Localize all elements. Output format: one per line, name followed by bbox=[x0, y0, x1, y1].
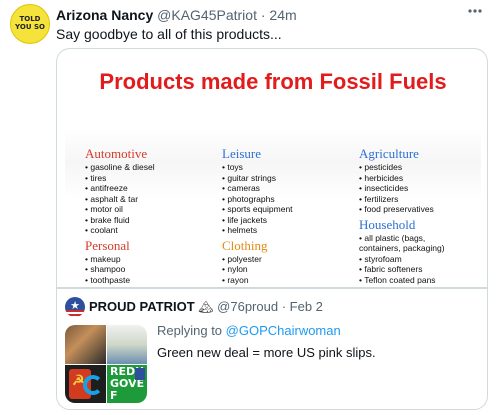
list-item: tires bbox=[85, 173, 215, 184]
list-item: toothpaste bbox=[85, 275, 215, 286]
list-item: sports equipment bbox=[222, 204, 352, 215]
tweet-timestamp[interactable]: 24m bbox=[269, 7, 296, 23]
list-item: food preservatives bbox=[359, 204, 481, 215]
tweet-image[interactable]: Products made from Fossil Fuels Automoti… bbox=[56, 48, 488, 288]
list-item: rayon bbox=[222, 275, 352, 286]
list-item: motor oil bbox=[85, 204, 215, 215]
mountain-emoji-icon: 🏔 bbox=[198, 300, 214, 314]
ring-icon bbox=[83, 375, 103, 395]
more-dots-glyph bbox=[468, 9, 482, 13]
list-item: fabric softeners bbox=[359, 264, 481, 275]
category-list: polyester nylon rayon bbox=[222, 254, 352, 286]
author-name[interactable]: Arizona Nancy bbox=[56, 7, 153, 23]
list-item: herbicides bbox=[359, 173, 481, 184]
list-item: coolant bbox=[85, 225, 215, 236]
list-item: life jackets bbox=[222, 215, 352, 226]
quoted-author-name[interactable]: PROUD PATRIOT bbox=[89, 299, 195, 314]
separator-dot: · bbox=[260, 7, 266, 23]
infographic-column-1: Automotive gasoline & diesel tires antif… bbox=[85, 146, 215, 287]
infographic-column-2: Leisure toys guitar strings cameras phot… bbox=[222, 146, 352, 287]
list-item: makeup bbox=[85, 254, 215, 265]
separator-dot: · bbox=[281, 299, 287, 314]
media-tile[interactable] bbox=[65, 325, 106, 364]
category-list: makeup shampoo toothpaste bbox=[85, 254, 215, 286]
category-list: all plastic (bags, containers, packaging… bbox=[359, 233, 481, 286]
list-item: brake fluid bbox=[85, 215, 215, 226]
quoted-tweet[interactable]: ★ PROUD PATRIOT 🏔 @76proud · Feb 2 ☭ RED… bbox=[56, 288, 488, 410]
infographic: Products made from Fossil Fuels Automoti… bbox=[65, 55, 481, 287]
list-item: styrofoam bbox=[359, 254, 481, 265]
list-item: pesticides bbox=[359, 162, 481, 173]
tweet-header: Arizona Nancy @KAG45Patriot · 24m bbox=[56, 6, 460, 24]
replying-to-mention[interactable]: @GOPChairwoman bbox=[226, 323, 341, 338]
category-heading: Automotive bbox=[85, 146, 148, 161]
list-item: fertilizers bbox=[359, 194, 481, 205]
avatar-text: TOLD YOU SO bbox=[15, 15, 45, 31]
list-item: gasoline & diesel bbox=[85, 162, 215, 173]
quoted-tweet-text: Green new deal = more US pink slips. bbox=[157, 345, 376, 360]
tweet-text: Say goodbye to all of this products... bbox=[56, 26, 282, 42]
category-list: gasoline & diesel tires antifreeze aspha… bbox=[85, 162, 215, 236]
list-item: all plastic (bags, bbox=[359, 233, 481, 244]
list-item: helmets bbox=[222, 225, 352, 236]
replying-to: Replying to @GOPChairwoman bbox=[157, 323, 341, 339]
list-item: shampoo bbox=[85, 264, 215, 275]
infographic-column-3: Agriculture pesticides herbicides insect… bbox=[359, 146, 481, 287]
list-item: asphalt & tar bbox=[85, 194, 215, 205]
quoted-author-handle[interactable]: @76proud bbox=[217, 299, 278, 314]
replying-to-prefix: Replying to bbox=[157, 323, 226, 338]
flag-stripes bbox=[65, 310, 85, 317]
category-heading: Agriculture bbox=[359, 146, 419, 161]
more-horizontal-icon[interactable] bbox=[462, 2, 488, 22]
author-handle[interactable]: @KAG45Patriot bbox=[157, 7, 257, 23]
media-tile[interactable] bbox=[107, 325, 147, 364]
media-tile[interactable]: ☭ bbox=[65, 365, 106, 403]
category-heading: Clothing bbox=[222, 237, 268, 253]
list-item: guitar strings bbox=[222, 173, 352, 184]
quoted-timestamp[interactable]: Feb 2 bbox=[290, 299, 323, 314]
list-item-continuation: containers, packaging) bbox=[359, 243, 445, 253]
media-tile[interactable]: REDU GOVE F bbox=[107, 365, 147, 403]
list-item: polyester bbox=[222, 254, 352, 265]
category-list: toys guitar strings cameras photographs … bbox=[222, 162, 352, 236]
category-heading: Household bbox=[359, 216, 416, 232]
tweet[interactable]: TOLD YOU SO Arizona Nancy @KAG45Patriot … bbox=[0, 0, 500, 415]
category-heading: Personal bbox=[85, 237, 130, 253]
category-heading: Leisure bbox=[222, 146, 261, 161]
poster-tag bbox=[135, 368, 145, 380]
list-item: Teflon coated pans bbox=[359, 275, 481, 286]
infographic-title: Products made from Fossil Fuels bbox=[99, 69, 447, 94]
list-item: antifreeze bbox=[85, 183, 215, 194]
category-list: pesticides herbicides insecticides ferti… bbox=[359, 162, 481, 215]
list-item: cameras bbox=[222, 183, 352, 194]
author-avatar[interactable]: TOLD YOU SO bbox=[10, 4, 50, 44]
list-item: photographs bbox=[222, 194, 352, 205]
list-item: nylon bbox=[222, 264, 352, 275]
quoted-tweet-header: PROUD PATRIOT 🏔 @76proud · Feb 2 bbox=[89, 299, 323, 315]
list-item: toys bbox=[222, 162, 352, 173]
list-item: insecticides bbox=[359, 183, 481, 194]
quoted-media-grid[interactable]: ☭ REDU GOVE F bbox=[65, 325, 147, 403]
quoted-author-avatar[interactable]: ★ bbox=[65, 297, 85, 317]
